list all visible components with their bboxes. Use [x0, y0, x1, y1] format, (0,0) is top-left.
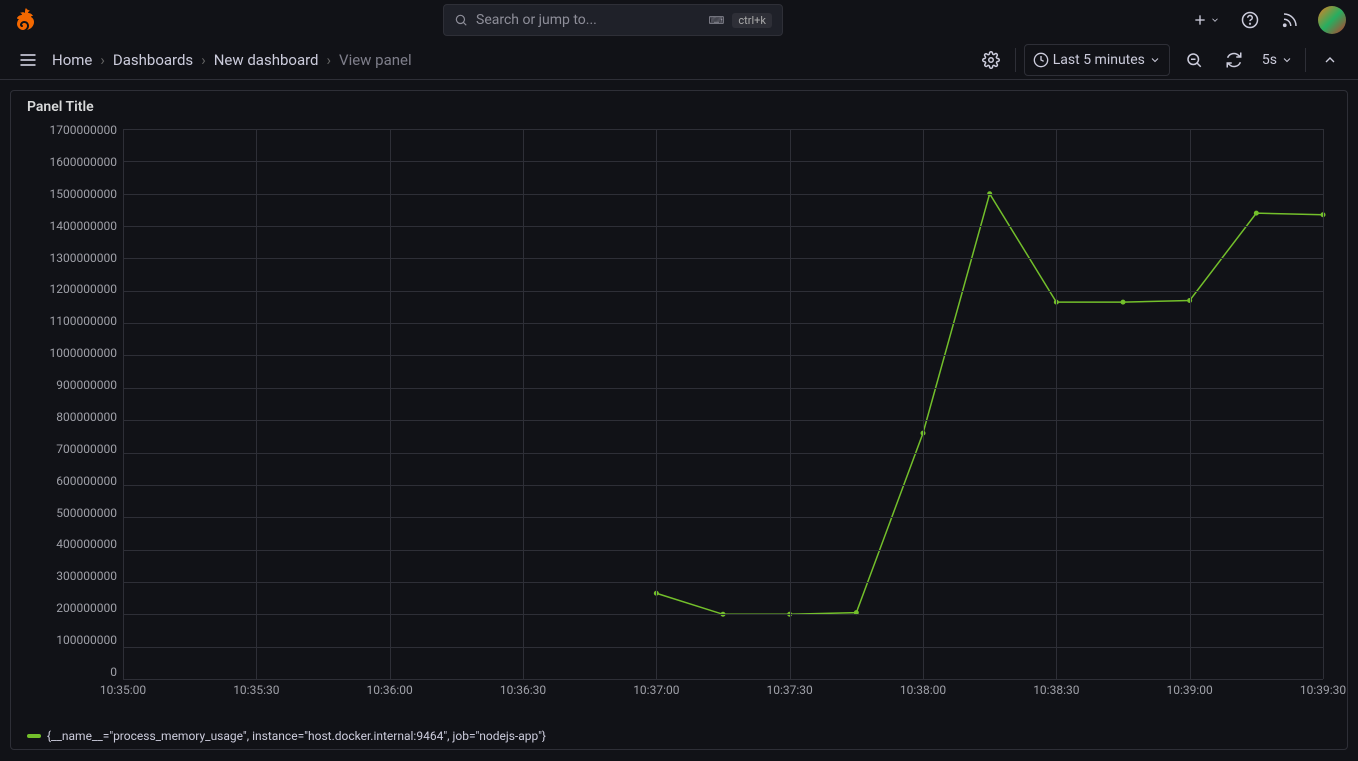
panel: Panel Title 1700000000160000000015000000… [10, 90, 1348, 750]
nav-bar: Home › Dashboards › New dashboard › View… [0, 40, 1358, 80]
timerange-picker[interactable]: Last 5 minutes [1024, 44, 1170, 76]
refresh-interval-label: 5s [1262, 52, 1277, 68]
chevron-down-icon [1281, 54, 1293, 66]
panel-title: Panel Title [27, 99, 1331, 115]
breadcrumb-current: View panel [339, 51, 412, 69]
breadcrumb-dashboards[interactable]: Dashboards [113, 51, 193, 69]
plot-area [123, 129, 1323, 679]
avatar[interactable] [1318, 6, 1346, 34]
x-axis: 10:35:0010:35:3010:36:0010:36:3010:37:00… [123, 683, 1323, 703]
search-icon [454, 13, 468, 27]
help-button[interactable] [1234, 4, 1266, 36]
search-input[interactable]: Search or jump to... ⌨ ctrl+k [443, 4, 783, 36]
collapse-button[interactable] [1314, 44, 1346, 76]
clock-icon [1033, 52, 1049, 68]
y-axis: 1700000000160000000015000000001400000000… [27, 123, 123, 679]
breadcrumb-new[interactable]: New dashboard [214, 51, 319, 69]
help-icon [1241, 11, 1259, 29]
chevron-up-icon [1322, 52, 1338, 68]
search-placeholder: Search or jump to... [476, 12, 597, 28]
legend-label: {__name__="process_memory_usage", instan… [47, 729, 546, 743]
zoom-out-icon [1185, 51, 1203, 69]
add-menu[interactable] [1186, 4, 1226, 36]
breadcrumb: Home › Dashboards › New dashboard › View… [52, 51, 412, 69]
menu-toggle[interactable] [12, 44, 44, 76]
top-bar: Search or jump to... ⌨ ctrl+k [0, 0, 1358, 40]
chevron-down-icon [1149, 54, 1161, 66]
settings-button[interactable] [975, 44, 1007, 76]
chevron-down-icon [1210, 15, 1220, 25]
zoom-out-button[interactable] [1178, 44, 1210, 76]
rss-icon [1281, 11, 1299, 29]
news-button[interactable] [1274, 4, 1306, 36]
legend[interactable]: {__name__="process_memory_usage", instan… [27, 729, 546, 743]
gear-icon [982, 51, 1000, 69]
hamburger-icon [18, 50, 38, 70]
legend-swatch [27, 734, 41, 738]
grafana-logo[interactable] [12, 6, 40, 34]
search-kbd: ctrl+k [732, 13, 772, 28]
refresh-button[interactable] [1218, 44, 1250, 76]
breadcrumb-home[interactable]: Home [52, 51, 92, 69]
refresh-icon [1225, 51, 1243, 69]
refresh-interval[interactable]: 5s [1258, 44, 1297, 76]
chart[interactable]: 1700000000160000000015000000001400000000… [27, 123, 1331, 703]
plus-icon [1192, 12, 1208, 28]
timerange-label: Last 5 minutes [1053, 52, 1145, 68]
